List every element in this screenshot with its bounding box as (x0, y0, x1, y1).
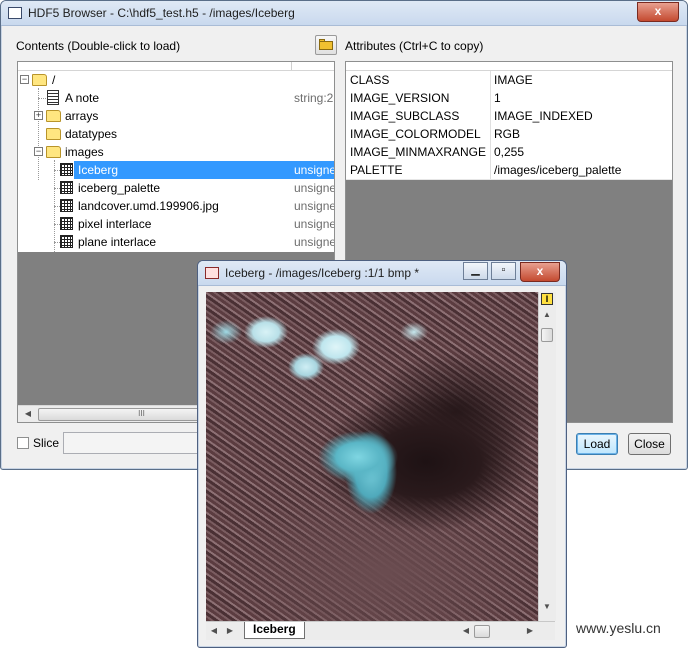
attribute-key: PALETTE (350, 163, 403, 177)
folder-open-icon (32, 74, 47, 86)
slice-input[interactable] (63, 432, 203, 454)
folder-open-icon (46, 146, 61, 158)
document-icon (47, 90, 59, 105)
tree-item-type: unsigne (294, 181, 335, 195)
attribute-row[interactable]: IMAGE_VERSION 1 (346, 89, 672, 108)
browser-title-bar[interactable]: HDF5 Browser - C:\hdf5_test.h5 - /images… (1, 1, 687, 26)
watermark: www.yeslu.cn (576, 620, 661, 636)
tree-item-label: iceberg_palette (78, 181, 161, 195)
attribute-key: IMAGE_COLORMODEL (350, 127, 481, 141)
load-button[interactable]: Load (576, 433, 618, 455)
tab-scroll-left-icon[interactable]: ◀ (206, 623, 222, 639)
tree-item-type: string:2 (294, 91, 334, 105)
tree-item-root[interactable]: − / (18, 71, 334, 89)
image-title-bar[interactable]: Iceberg - /images/Iceberg :1/1 bmp * ▁ ▫… (198, 261, 566, 286)
image-grid-icon (60, 163, 73, 176)
contents-label: Contents (Double-click to load) (16, 39, 181, 53)
tree-item-label: A note (65, 91, 100, 105)
attribute-value: 1 (494, 91, 501, 105)
tree-item-label: images (65, 145, 104, 159)
tree-item-iceberg-palette[interactable]: iceberg_palette unsigne (18, 179, 334, 197)
tree-item-images[interactable]: − images (18, 143, 334, 161)
hscroll-right-icon[interactable]: ▶ (522, 623, 538, 639)
image-close-icon[interactable]: x (520, 262, 560, 282)
tree-item-plane-interlace[interactable]: plane interlace unsigne (18, 233, 334, 251)
tree-header (18, 62, 334, 71)
tree-item-landcover[interactable]: landcover.umd.199906.jpg unsigne (18, 197, 334, 215)
attribute-value: RGB (494, 127, 521, 141)
tree-item-arrays[interactable]: + arrays (18, 107, 334, 125)
collapse-icon[interactable]: − (20, 75, 29, 84)
attribute-row[interactable]: CLASS IMAGE (346, 71, 672, 90)
close-button[interactable]: Close (628, 433, 671, 455)
attribute-key: IMAGE_VERSION (350, 91, 450, 105)
app-icon (8, 7, 22, 19)
image-grid-icon (60, 217, 73, 230)
image-window-icon (205, 267, 219, 279)
folder-icon (46, 110, 61, 122)
attributes-label: Attributes (Ctrl+C to copy) (345, 39, 484, 53)
attribute-key: IMAGE_SUBCLASS (350, 109, 460, 123)
scroll-left-icon[interactable]: ◀ (20, 406, 36, 422)
sheet-tab-iceberg[interactable]: Iceberg (244, 622, 305, 639)
tree-item-label: Iceberg (76, 163, 121, 177)
image-window: Iceberg - /images/Iceberg :1/1 bmp * ▁ ▫… (197, 260, 567, 648)
attribute-value: 0,255 (494, 145, 525, 159)
tree-item-label: pixel interlace (78, 217, 152, 231)
maximize-icon[interactable]: ▫ (491, 262, 516, 280)
attribute-row[interactable]: IMAGE_MINMAXRANGE 0,255 (346, 143, 672, 162)
tree-item-label: datatypes (65, 127, 118, 141)
hscroll-thumb[interactable] (474, 625, 490, 638)
tree-item-label: landcover.umd.199906.jpg (78, 199, 219, 213)
image-grid-icon (60, 199, 73, 212)
tree-item-label: / (52, 73, 56, 87)
attribute-value: IMAGE_INDEXED (494, 109, 593, 123)
tree-item-a-note[interactable]: A note string:2 (18, 89, 334, 107)
iceberg-image[interactable] (206, 292, 538, 621)
attributes-header (346, 62, 672, 71)
tree-item-datatypes[interactable]: datatypes (18, 125, 334, 143)
open-folder-icon[interactable] (315, 35, 337, 55)
tree-item-type: unsigne (294, 217, 335, 231)
attribute-row[interactable]: IMAGE_COLORMODEL RGB (346, 125, 672, 144)
corner-badge-icon[interactable]: I (541, 293, 553, 305)
expand-icon[interactable]: + (34, 111, 43, 120)
attribute-value: /images/iceberg_palette (494, 163, 622, 177)
tab-scroll-right-icon[interactable]: ▶ (222, 623, 238, 639)
attribute-row[interactable]: IMAGE_SUBCLASS IMAGE_INDEXED (346, 107, 672, 126)
image-window-title: Iceberg - /images/Iceberg :1/1 bmp * (225, 266, 420, 280)
browser-close-icon[interactable]: x (637, 2, 679, 22)
hscroll-left-icon[interactable]: ◀ (458, 623, 474, 639)
collapse-icon[interactable]: − (34, 147, 43, 156)
tree-item-type: unsigne (294, 235, 335, 249)
tree-item-label: arrays (65, 109, 99, 123)
tree-item-label: plane interlace (78, 235, 157, 249)
attribute-key: CLASS (350, 73, 390, 87)
scroll-down-icon[interactable]: ▼ (539, 599, 555, 615)
image-grid-icon (60, 235, 73, 248)
browser-title: HDF5 Browser - C:\hdf5_test.h5 - /images… (28, 6, 295, 20)
scroll-thumb[interactable] (541, 328, 553, 342)
folder-icon (46, 128, 61, 140)
scroll-up-icon[interactable]: ▲ (539, 307, 555, 323)
attribute-row[interactable]: PALETTE/images/iceberg_palette (346, 161, 672, 180)
tree-item-pixel-interlace[interactable]: pixel interlace unsigne (18, 215, 334, 233)
tree-item-iceberg[interactable]: Iceberg unsigne (18, 161, 334, 179)
image-vertical-scrollbar[interactable]: I ▲ ▼ (538, 292, 556, 621)
attribute-value: IMAGE (494, 73, 533, 87)
tree-item-type: unsigne (294, 199, 335, 213)
attribute-key: IMAGE_MINMAXRANGE (350, 145, 487, 159)
slice-checkbox[interactable] (17, 437, 29, 449)
slice-label: Slice (33, 436, 60, 450)
image-grid-icon (60, 181, 73, 194)
minimize-icon[interactable]: ▁ (463, 262, 488, 280)
tree-item-type: unsigne (294, 163, 335, 177)
